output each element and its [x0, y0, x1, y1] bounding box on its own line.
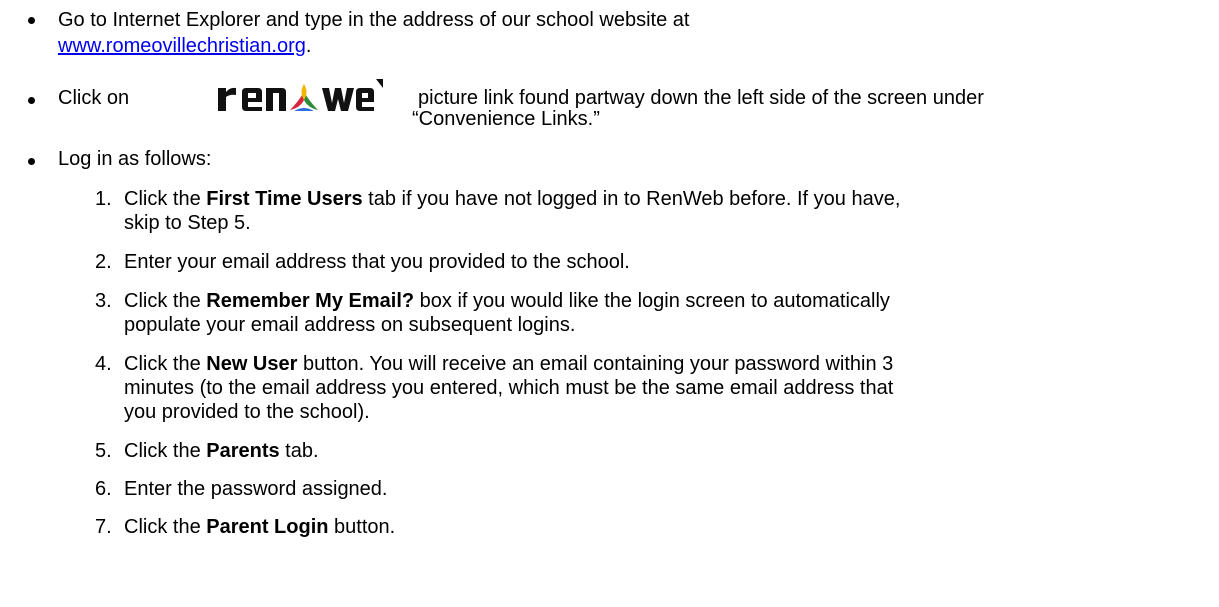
renweb-logo[interactable]	[214, 78, 386, 118]
step-text: Enter your email address that you provid…	[124, 250, 1204, 274]
step-text-part: button.	[328, 516, 396, 538]
bullet-text-line: “Convenience Links.”	[412, 108, 600, 130]
click-on-text: Click on	[58, 87, 130, 109]
renweb-leaf-mark	[290, 84, 318, 111]
step-text-part: Click the	[124, 353, 207, 375]
step-text: Click the Parents tab.	[124, 439, 1204, 463]
step-text: Click the New User button. You will rece…	[124, 352, 1204, 424]
step-number: 1.	[95, 188, 112, 210]
step-text-part: tab.	[279, 440, 319, 462]
step-number: 2.	[95, 251, 112, 273]
step-text-part: you provided to the school).	[124, 401, 370, 423]
step-text-part: Enter the password assigned.	[124, 478, 388, 500]
step-text-part: minutes (to the email address you entere…	[124, 377, 894, 399]
link-period: .	[305, 35, 312, 57]
bullet-text-line: www.romeovillechristian.org.	[58, 34, 311, 58]
bullet-dot	[28, 17, 35, 24]
step-text-part: button. You will receive an email contai…	[297, 353, 894, 375]
step-text-part: tab if you have not logged in to RenWeb …	[362, 188, 901, 210]
step-text-part: Enter your email address that you provid…	[124, 251, 630, 273]
step-text-part: Click the	[124, 516, 207, 538]
step-bold-label: Parent Login	[206, 516, 329, 538]
step-number: 4.	[95, 353, 112, 375]
step-number: 7.	[95, 516, 112, 538]
step-text-part: Click the	[124, 440, 207, 462]
step-text: Click the Remember My Email? box if you …	[124, 289, 1204, 337]
school-website-link[interactable]: www.romeovillechristian.org	[58, 35, 306, 57]
step-text-part: skip to Step 5.	[124, 212, 251, 234]
step-text-part: Click the	[124, 188, 207, 210]
step-text-part: populate your email address on subsequen…	[124, 314, 576, 336]
bullet-dot	[28, 158, 35, 165]
step-bold-label: Parents	[206, 440, 280, 462]
step-number: 6.	[95, 478, 112, 500]
bullet-text-line: Log in as follows:	[58, 148, 212, 170]
step-text-part: Click the	[124, 290, 207, 312]
bullet-dot	[28, 97, 35, 104]
step-bold-label: First Time Users	[206, 188, 363, 210]
step-text: Click the Parent Login button.	[124, 515, 1204, 539]
step-number: 5.	[95, 440, 112, 462]
step-text: Click the First Time Users tab if you ha…	[124, 187, 1204, 235]
step-bold-label: New User	[206, 353, 298, 375]
bullet-text-line: Go to Internet Explorer and type in the …	[58, 9, 690, 31]
step-number: 3.	[95, 290, 112, 312]
step-bold-label: Remember My Email?	[206, 290, 415, 312]
step-text: Enter the password assigned.	[124, 477, 1204, 501]
step-text-part: box if you would like the login screen t…	[414, 290, 890, 312]
